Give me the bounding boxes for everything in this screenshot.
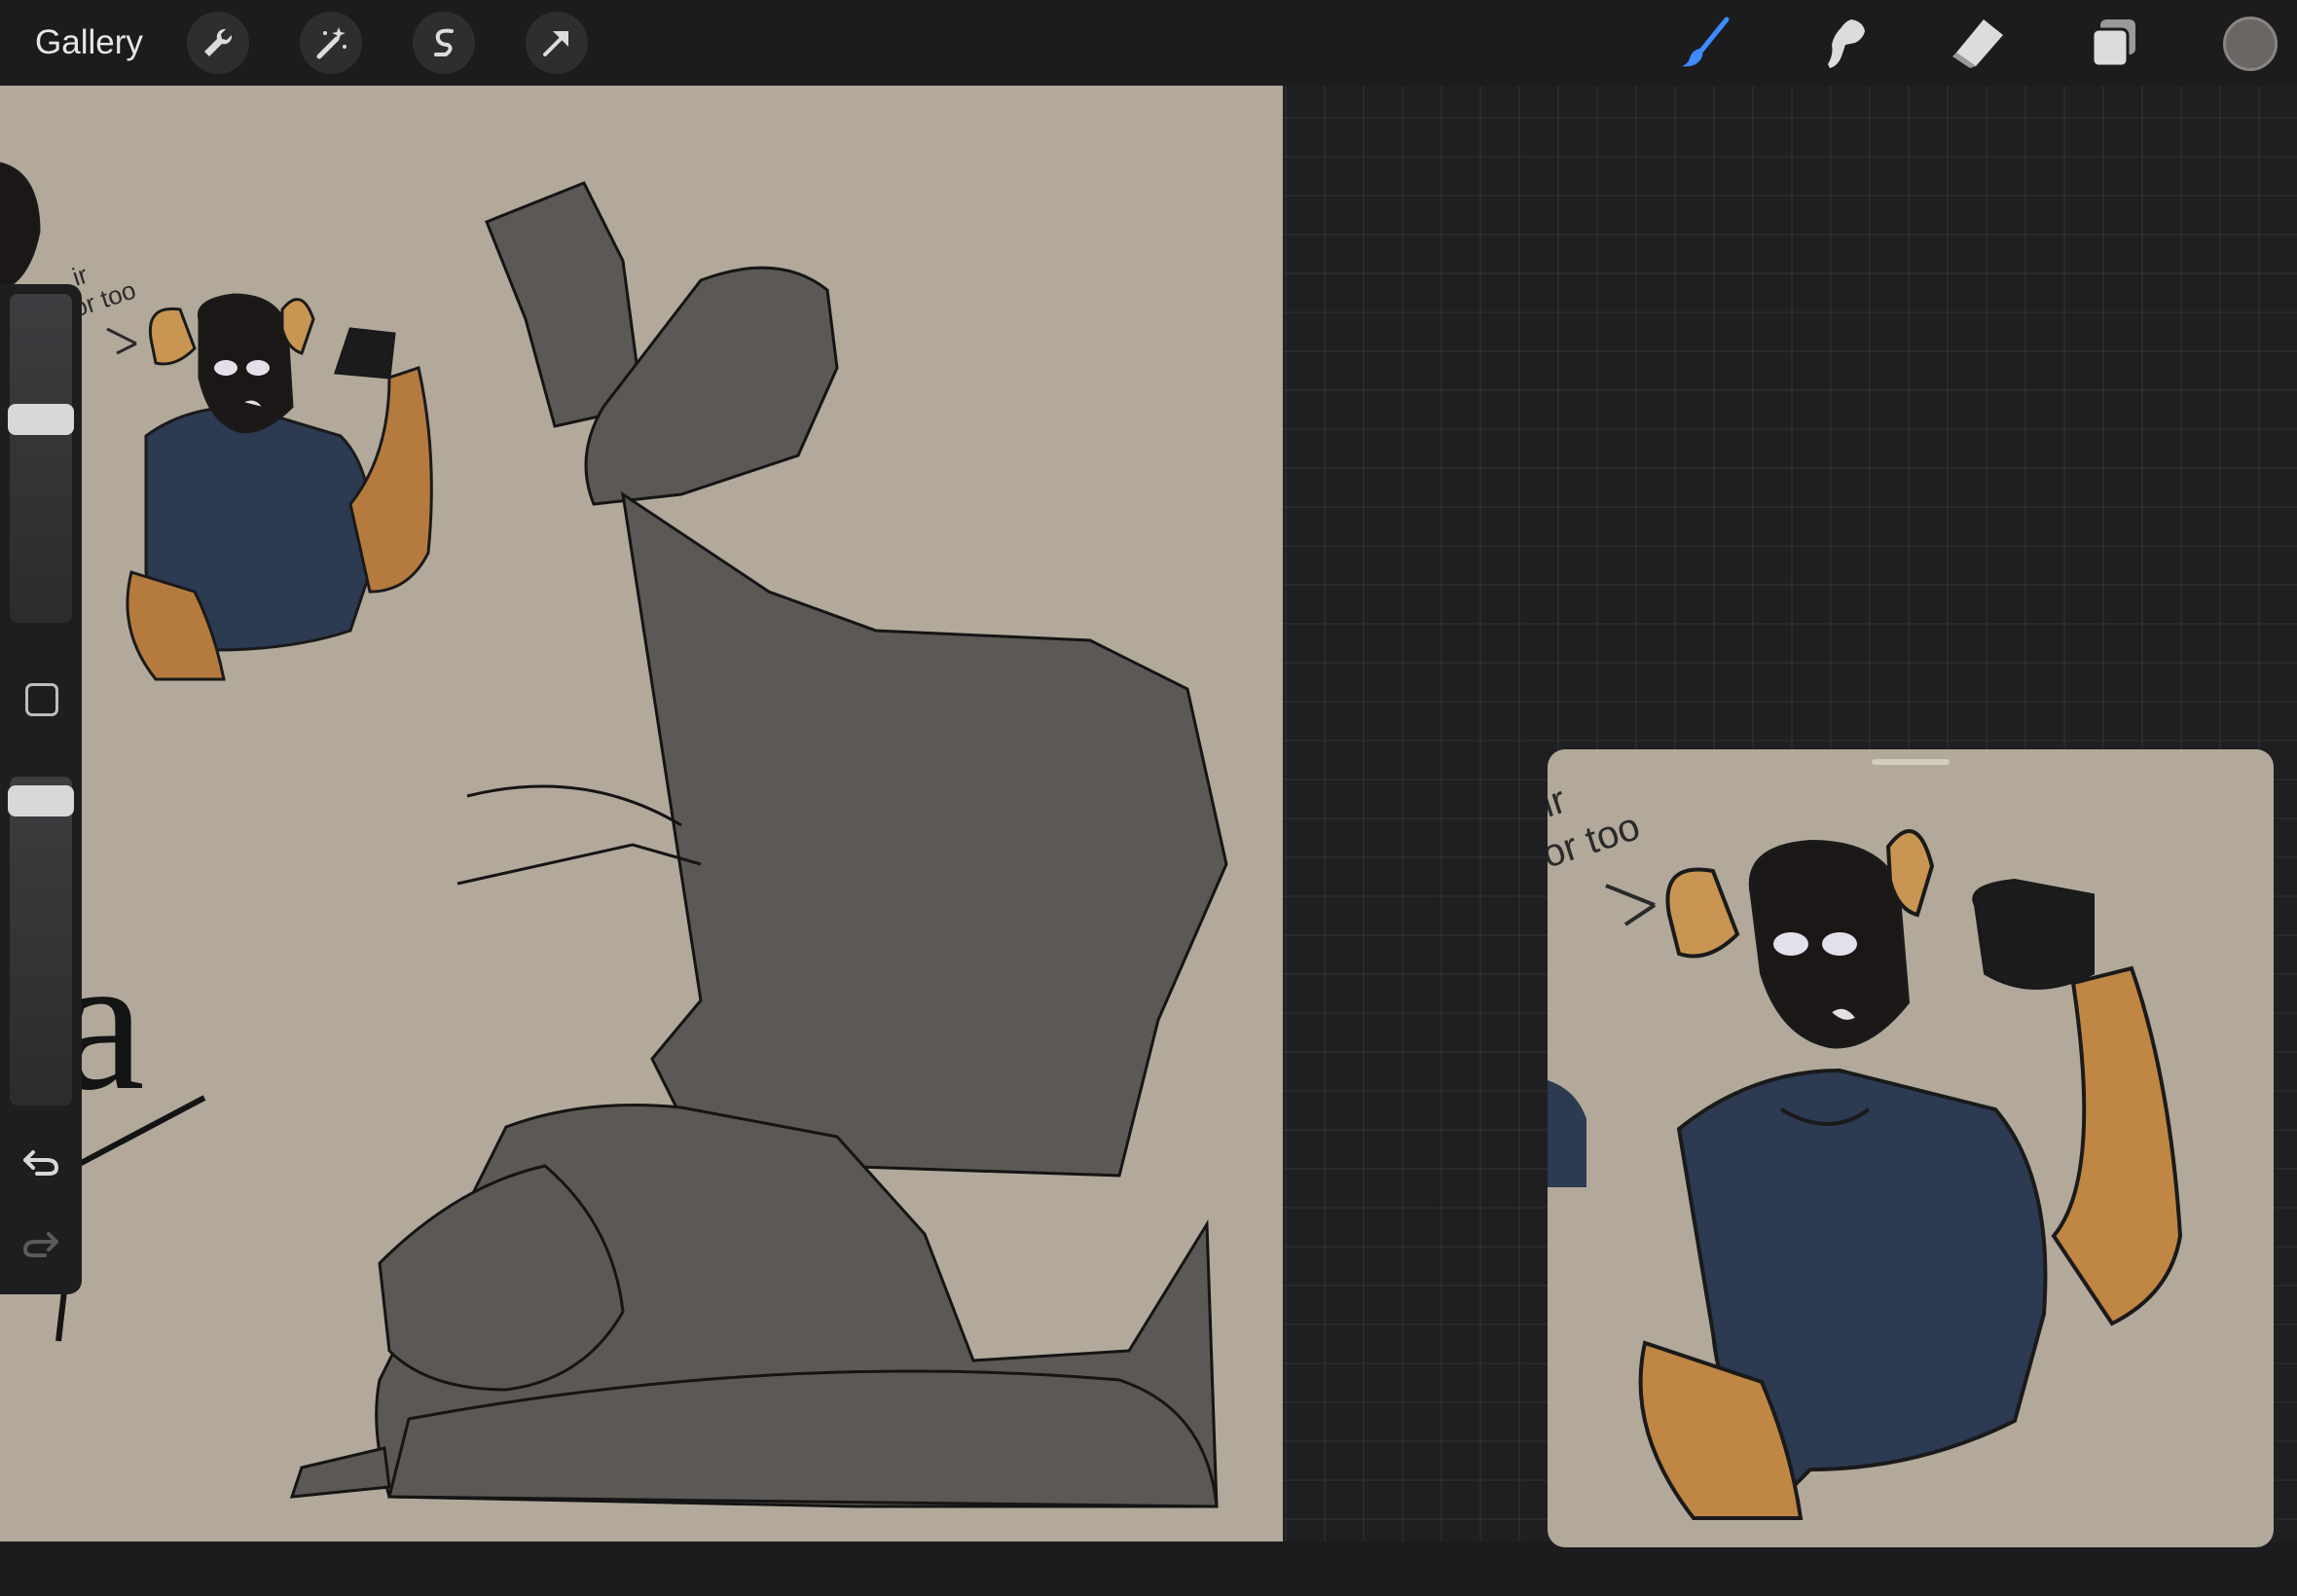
reference-drag-handle[interactable] xyxy=(1872,759,1950,765)
color-swatch-button[interactable] xyxy=(2223,17,2278,71)
layers-icon xyxy=(2091,19,2135,68)
drawing-canvas[interactable]: ir or too a xyxy=(0,86,1283,1542)
modifier-button[interactable] xyxy=(25,683,58,716)
procreate-app: ir or too a Gallery ir or too xyxy=(0,0,2297,1596)
brush-icon xyxy=(1682,17,1730,67)
redo-icon xyxy=(22,1232,58,1257)
eraser-icon xyxy=(1952,19,2003,68)
layers-button[interactable] xyxy=(2083,12,2145,74)
wrench-icon xyxy=(204,28,233,56)
selection-button[interactable] xyxy=(413,12,475,74)
reference-image: ir or too xyxy=(1548,779,2183,1520)
bottom-strip xyxy=(0,1542,2297,1596)
left-sidebar xyxy=(0,284,82,1294)
brush-tool-button[interactable] xyxy=(1674,12,1736,74)
brush-size-thumb[interactable] xyxy=(8,404,74,436)
main-grey-character xyxy=(289,181,1228,1508)
adjustments-button[interactable] xyxy=(300,12,362,74)
artwork: ir or too a xyxy=(0,162,1228,1508)
reference-window[interactable]: ir or too xyxy=(1548,749,2274,1547)
selection-icon xyxy=(434,28,454,56)
undo-button[interactable] xyxy=(19,1141,62,1183)
reference-handwriting-1: ir xyxy=(1548,779,1571,826)
transform-arrow-icon xyxy=(543,31,568,56)
magic-wand-icon xyxy=(316,27,346,59)
undo-icon xyxy=(23,1150,59,1176)
smudge-icon xyxy=(1828,19,1865,68)
smudge-tool-button[interactable] xyxy=(1810,12,1873,74)
opacity-slider[interactable] xyxy=(10,777,72,1106)
redo-button[interactable] xyxy=(19,1222,62,1265)
eraser-tool-button[interactable] xyxy=(1947,12,2009,74)
transform-button[interactable] xyxy=(526,12,588,74)
brush-size-slider[interactable] xyxy=(10,294,72,623)
small-sketch-character xyxy=(126,293,433,681)
opacity-thumb[interactable] xyxy=(8,785,74,817)
actions-button[interactable] xyxy=(187,12,249,74)
top-toolbar: Gallery xyxy=(0,0,2297,86)
gallery-button[interactable]: Gallery xyxy=(35,18,143,68)
